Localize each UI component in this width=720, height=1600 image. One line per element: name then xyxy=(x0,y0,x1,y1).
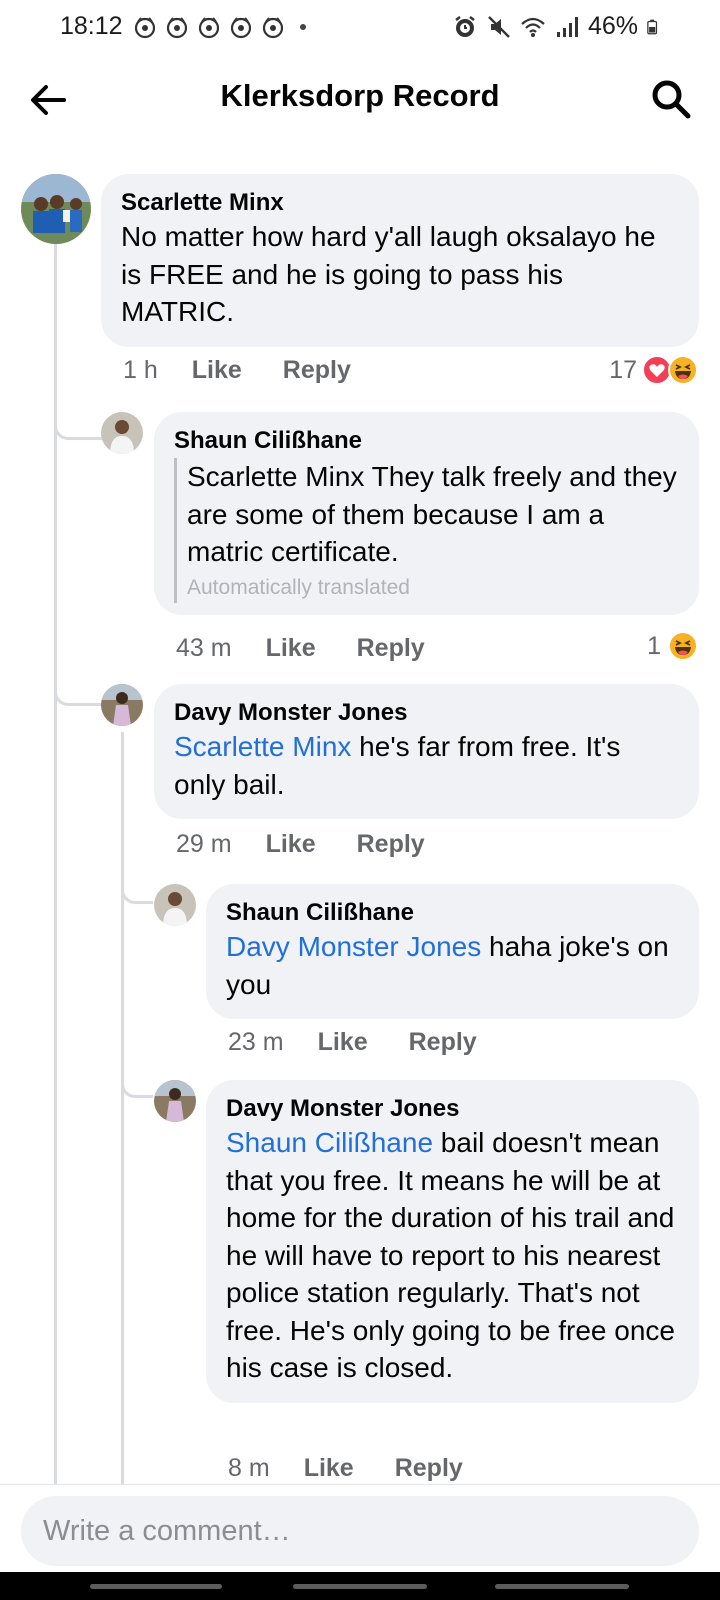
comment-time[interactable]: 29 m xyxy=(176,830,232,859)
reaction-count: 1 xyxy=(647,631,661,660)
alarm-icon xyxy=(455,15,475,37)
back-button[interactable] xyxy=(495,1584,629,1589)
translated-quote: Scarlette Minx They talk freely and they… xyxy=(174,458,679,603)
haha-icon xyxy=(668,355,698,385)
thread-connector xyxy=(54,404,102,440)
comment-text: Scarlette Minx They talk freely and they… xyxy=(187,461,677,567)
notification-icon xyxy=(134,17,156,39)
signal-icon xyxy=(556,16,578,37)
like-button[interactable]: Like xyxy=(266,830,316,859)
comment-author[interactable]: Shaun Cilißhane xyxy=(174,426,679,456)
thread-connector xyxy=(121,868,153,904)
comment-text: Scarlette Minx he's far from free. It's … xyxy=(174,728,679,803)
comment-author[interactable]: Scarlette Minx xyxy=(121,188,679,218)
notification-icons xyxy=(132,14,306,40)
comment-actions: 29 m Like Reply xyxy=(176,830,425,859)
navigation-bar xyxy=(0,1572,720,1600)
reply-button[interactable]: Reply xyxy=(357,830,425,859)
reply-button[interactable]: Reply xyxy=(283,356,351,385)
app-header: Klerksdorp Record xyxy=(0,56,720,140)
mention-link[interactable]: Scarlette Minx xyxy=(174,731,351,762)
haha-icon xyxy=(668,631,698,661)
comment-actions: 43 m Like Reply xyxy=(176,634,425,663)
comment-time[interactable]: 43 m xyxy=(176,634,232,663)
thread-connector xyxy=(54,670,102,706)
comment-author[interactable]: Davy Monster Jones xyxy=(174,698,679,728)
comment-bubble: Shaun Cilißhane Davy Monster Jones haha … xyxy=(206,884,699,1019)
system-icons: 46% xyxy=(452,12,662,41)
reply-button[interactable]: Reply xyxy=(409,1028,477,1057)
comment-time[interactable]: 8 m xyxy=(228,1454,270,1483)
comment-time[interactable]: 1 h xyxy=(123,356,158,385)
comment-input[interactable] xyxy=(21,1496,699,1566)
battery-level: 46% xyxy=(587,12,638,40)
comment-actions: 8 m Like Reply xyxy=(228,1454,463,1483)
home-button[interactable] xyxy=(293,1584,427,1589)
reply-button[interactable]: Reply xyxy=(395,1454,463,1483)
comment-bubble: Shaun Cilißhane Scarlette Minx They talk… xyxy=(154,412,699,615)
comment-author[interactable]: Davy Monster Jones xyxy=(226,1094,679,1124)
avatar[interactable] xyxy=(101,412,143,454)
reaction-count: 17 xyxy=(609,355,637,384)
comment-text: Davy Monster Jones haha joke's on you xyxy=(226,928,679,1003)
reactions[interactable]: 1 xyxy=(647,630,699,662)
comment-bubble: Scarlette Minx No matter how hard y'all … xyxy=(101,174,699,347)
comment-actions: 23 m Like Reply xyxy=(228,1028,477,1057)
more-notifications-dot xyxy=(300,24,306,30)
like-button[interactable]: Like xyxy=(318,1028,368,1057)
search-icon[interactable] xyxy=(648,76,694,122)
comment-bubble: Davy Monster Jones Scarlette Minx he's f… xyxy=(154,684,699,819)
comment-body: bail doesn't mean that you free. It mean… xyxy=(226,1127,675,1383)
comment-bubble: Davy Monster Jones Shaun Cilißhane bail … xyxy=(206,1080,699,1403)
comment-time[interactable]: 23 m xyxy=(228,1028,284,1057)
translation-label[interactable]: Automatically translated xyxy=(187,573,679,603)
notification-icon xyxy=(166,17,188,39)
battery-icon xyxy=(647,19,658,34)
status-time: 18:12 xyxy=(60,12,123,40)
mention-link[interactable]: Shaun Cilißhane xyxy=(226,1127,433,1158)
comment-composer xyxy=(0,1484,720,1572)
thread-connector xyxy=(121,1062,153,1098)
wifi-icon xyxy=(521,17,545,37)
avatar[interactable] xyxy=(101,684,143,726)
comment-actions: 1 h Like Reply xyxy=(123,356,351,385)
thread-line xyxy=(121,732,124,1484)
recent-apps-button[interactable] xyxy=(90,1584,222,1589)
like-button[interactable]: Like xyxy=(304,1454,354,1483)
page-title: Klerksdorp Record xyxy=(220,78,500,113)
notification-icon xyxy=(230,17,252,39)
mention-link[interactable]: Davy Monster Jones xyxy=(226,931,481,962)
mute-icon xyxy=(488,15,510,38)
comment-author[interactable]: Shaun Cilißhane xyxy=(226,898,679,928)
like-button[interactable]: Like xyxy=(266,634,316,663)
status-bar: 18:12 46% xyxy=(0,0,720,56)
like-button[interactable]: Like xyxy=(192,356,242,385)
avatar[interactable] xyxy=(154,1080,196,1122)
reply-button[interactable]: Reply xyxy=(357,634,425,663)
notification-icon xyxy=(198,17,220,39)
avatar[interactable] xyxy=(21,174,91,244)
comment-text: No matter how hard y'all laugh oksalayo … xyxy=(121,221,656,327)
notification-icon xyxy=(262,17,284,39)
comment-text: Shaun Cilißhane bail doesn't mean that y… xyxy=(226,1124,679,1387)
reactions[interactable]: 17 xyxy=(609,354,699,386)
avatar[interactable] xyxy=(154,884,196,926)
